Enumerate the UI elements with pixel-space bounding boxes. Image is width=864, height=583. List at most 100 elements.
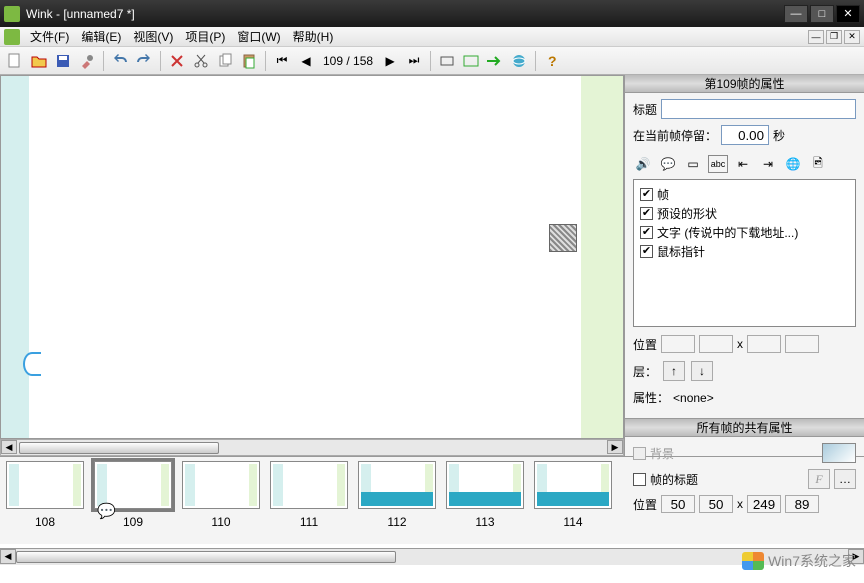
layer-up-button[interactable]: ↑ — [663, 361, 685, 381]
prev-icon[interactable]: ◀ — [295, 50, 317, 72]
callout-icon[interactable]: 💬 — [658, 155, 678, 173]
new-icon[interactable] — [4, 50, 26, 72]
panel-header: 第109帧的属性 — [625, 75, 864, 93]
stay-label: 在当前帧停留： — [633, 127, 717, 144]
thumbnail-label: 114 — [534, 515, 612, 529]
thumbnail-110[interactable]: 110 — [182, 461, 260, 529]
thumbnail-label: 108 — [6, 515, 84, 529]
scroll-thumb[interactable] — [19, 442, 219, 454]
stay-input[interactable] — [721, 125, 769, 145]
background-preview[interactable] — [822, 443, 856, 463]
shared-header: 所有帧的共有属性 — [625, 419, 864, 437]
maximize-button[interactable]: □ — [810, 5, 834, 23]
bottom-hscroll[interactable]: ◀ ▶ — [0, 548, 864, 565]
canvas-left-margin — [1, 76, 29, 438]
goto-prev-icon[interactable]: ⇤ — [733, 155, 753, 173]
shared-pos-y2[interactable] — [785, 495, 819, 513]
panel-icon-row: 🔊 💬 ▭ abc ⇤ ⇥ 🌐 🖻 — [633, 151, 856, 179]
textbox-icon[interactable]: abc — [708, 155, 728, 173]
canvas-right-margin — [581, 76, 623, 438]
frame-title-label: 帧的标题 — [650, 471, 698, 488]
save-icon[interactable] — [52, 50, 74, 72]
thumbnail-114[interactable]: 114 — [534, 461, 612, 529]
check-cursor-label: 鼠标指针 — [657, 243, 705, 260]
check-cursor[interactable]: ✔ — [640, 245, 653, 258]
check-text[interactable]: ✔ — [640, 226, 653, 239]
menubar: 文件(F) 编辑(E) 视图(V) 项目(P) 窗口(W) 帮助(H) — ❐ … — [0, 27, 864, 47]
background-label: 背景 — [650, 445, 674, 462]
menu-help[interactable]: 帮助(H) — [287, 26, 340, 47]
image-icon[interactable]: 🖻 — [808, 155, 828, 173]
scroll-right-icon[interactable]: ▶ — [607, 440, 623, 454]
scroll-thumb[interactable] — [16, 551, 396, 563]
thumbnail-label: 110 — [182, 515, 260, 529]
check-frame[interactable]: ✔ — [640, 188, 653, 201]
more-button[interactable]: … — [834, 469, 856, 489]
app-icon — [4, 6, 20, 22]
close-button[interactable]: ✕ — [836, 5, 860, 23]
help-icon[interactable]: ? — [541, 50, 563, 72]
pos-x1[interactable] — [661, 335, 695, 353]
check-preset[interactable]: ✔ — [640, 207, 653, 220]
layer-label: 层： — [633, 363, 657, 380]
cut-icon[interactable] — [190, 50, 212, 72]
menu-view[interactable]: 视图(V) — [127, 26, 179, 47]
first-icon[interactable]: ⏮ — [271, 50, 293, 72]
delete-icon[interactable] — [166, 50, 188, 72]
paste-icon[interactable] — [238, 50, 260, 72]
shared-pos-x2[interactable] — [747, 495, 781, 513]
goto-url-icon[interactable]: 🌐 — [783, 155, 803, 173]
scroll-left-icon[interactable]: ◀ — [0, 549, 16, 564]
menu-window[interactable]: 窗口(W) — [231, 26, 286, 47]
font-button[interactable]: F — [808, 469, 830, 489]
scroll-left-icon[interactable]: ◀ — [1, 440, 17, 454]
attr-label: 属性： — [633, 389, 669, 406]
canvas[interactable] — [0, 75, 624, 439]
sound-icon[interactable]: 🔊 — [633, 155, 653, 173]
title-label: 标题 — [633, 101, 657, 118]
redo-icon[interactable] — [133, 50, 155, 72]
zoom-fit-icon[interactable] — [436, 50, 458, 72]
undo-icon[interactable] — [109, 50, 131, 72]
thumbnail-108[interactable]: 108 — [6, 461, 84, 529]
zoom-actual-icon[interactable] — [460, 50, 482, 72]
layer-down-button[interactable]: ↓ — [691, 361, 713, 381]
properties-panel: 第109帧的属性 标题 在当前帧停留： 秒 🔊 💬 ▭ abc ⇤ ⇥ 🌐 🖻 — [624, 75, 864, 456]
canvas-hscroll[interactable]: ◀ ▶ — [0, 439, 624, 456]
selection-rect[interactable] — [549, 224, 577, 252]
shape-icon[interactable]: ▭ — [683, 155, 703, 173]
pos-x2[interactable] — [747, 335, 781, 353]
svg-text:?: ? — [548, 53, 557, 69]
web-icon[interactable] — [508, 50, 530, 72]
mdi-close[interactable]: ✕ — [844, 30, 860, 44]
check-background[interactable] — [633, 447, 646, 460]
thumbnail-111[interactable]: 111 — [270, 461, 348, 529]
menu-file[interactable]: 文件(F) — [24, 26, 75, 47]
last-icon[interactable]: ⏭ — [403, 50, 425, 72]
next-icon[interactable]: ▶ — [379, 50, 401, 72]
check-text-label: 文字 (传说中的下载地址...) — [657, 224, 798, 241]
check-preset-label: 预设的形状 — [657, 205, 717, 222]
doc-icon — [4, 29, 20, 45]
mdi-minimize[interactable]: — — [808, 30, 824, 44]
title-input[interactable] — [661, 99, 856, 119]
tools-icon[interactable] — [76, 50, 98, 72]
open-icon[interactable] — [28, 50, 50, 72]
pos-y2[interactable] — [785, 335, 819, 353]
menu-edit[interactable]: 编辑(E) — [75, 26, 127, 47]
thumbnail-112[interactable]: 112 — [358, 461, 436, 529]
render-icon[interactable] — [484, 50, 506, 72]
shared-pos-y1[interactable] — [699, 495, 733, 513]
shared-pos-x1[interactable] — [661, 495, 695, 513]
mdi-restore[interactable]: ❐ — [826, 30, 842, 44]
minimize-button[interactable]: — — [784, 5, 808, 23]
goto-next-icon[interactable]: ⇥ — [758, 155, 778, 173]
copy-icon[interactable] — [214, 50, 236, 72]
menu-project[interactable]: 项目(P) — [179, 26, 231, 47]
thumbnail-109[interactable]: 💬109 — [94, 461, 172, 529]
frame-counter: 109 / 158 — [319, 54, 377, 68]
check-frame-title[interactable] — [633, 473, 646, 486]
thumbnail-113[interactable]: 113 — [446, 461, 524, 529]
elements-list[interactable]: ✔帧 ✔预设的形状 ✔文字 (传说中的下载地址...) ✔鼠标指针 — [633, 179, 856, 327]
pos-y1[interactable] — [699, 335, 733, 353]
